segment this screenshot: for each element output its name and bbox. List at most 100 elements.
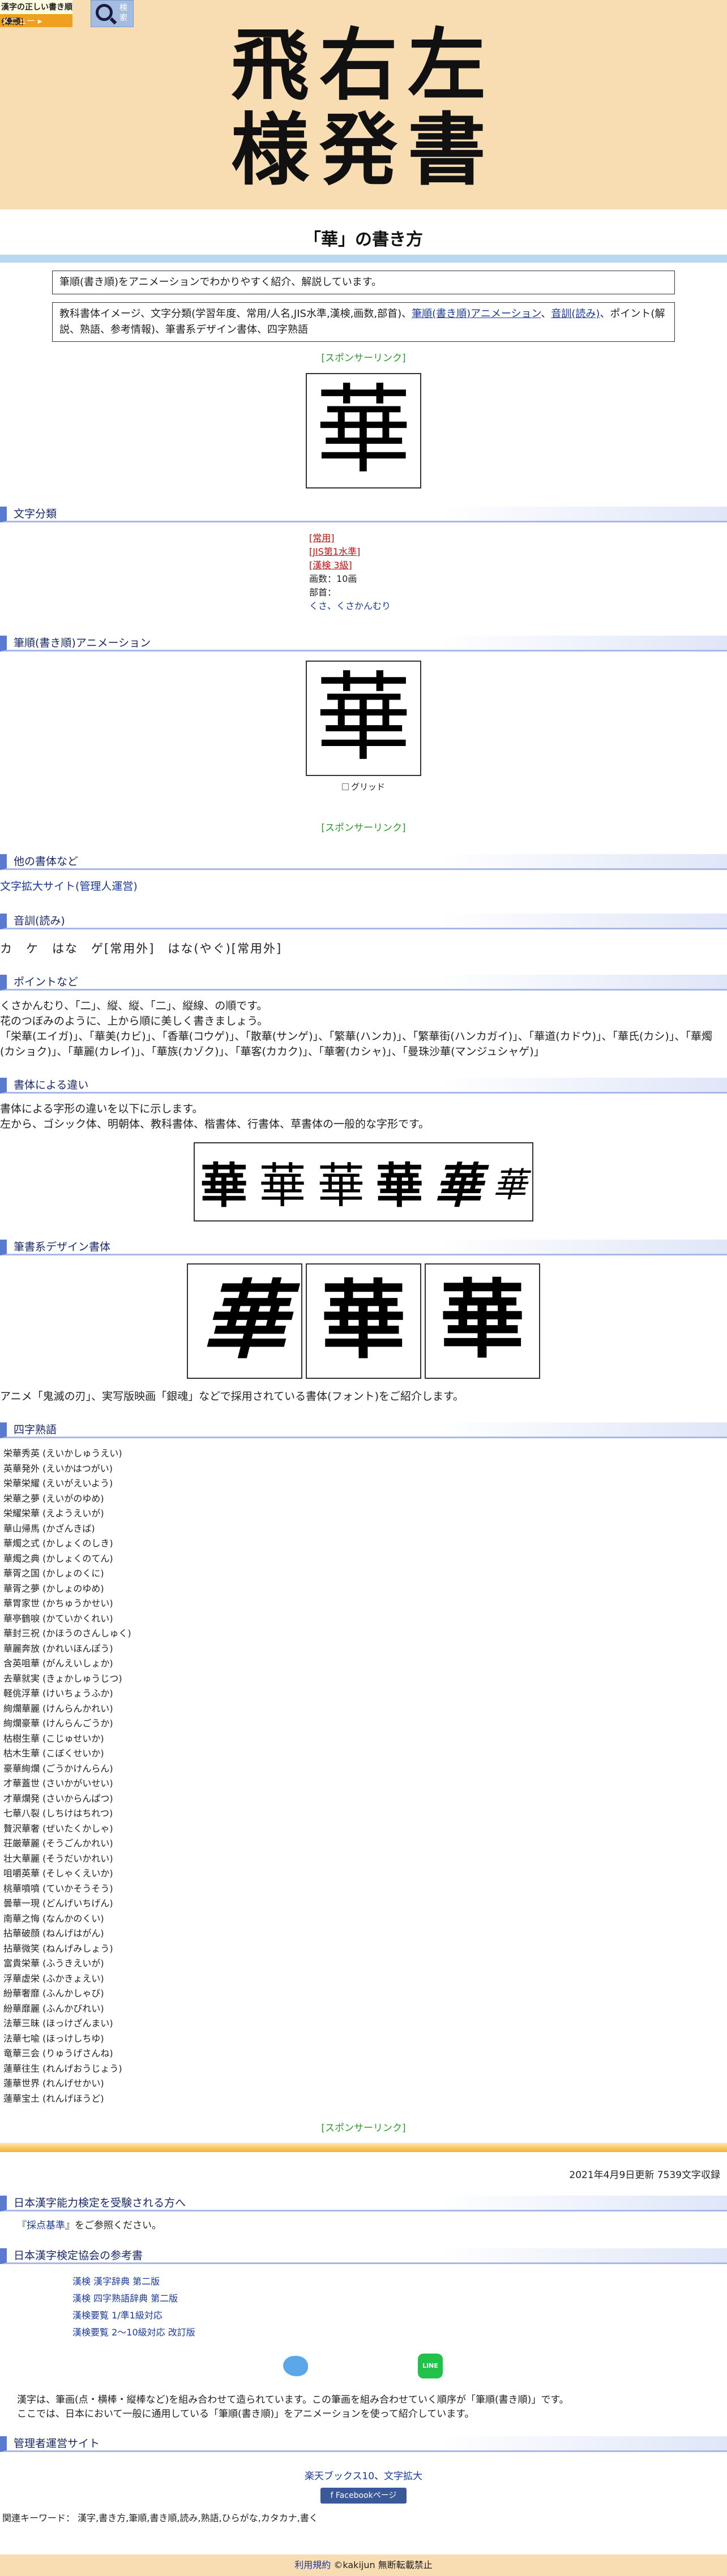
search-label: 検索 (119, 3, 127, 23)
site-footer: 利用規約 ©kakijun 無断転載禁止 (0, 2554, 727, 2576)
typeface-line-2: 左から、ゴシック体、明朝体、教科書体、楷書体、行書体、草書体の一般的な字形です。 (0, 1118, 430, 1130)
brush-design-2: 華 (306, 1263, 421, 1379)
terms-link[interactable]: 利用規約 (294, 2560, 331, 2570)
section-admin-heading: 管理者運営サイト (0, 2436, 727, 2452)
yoji-link[interactable]: 華燭之典 (かしょくのてん) (3, 1553, 113, 1564)
yoji-link[interactable]: 才華蓋世 (さいかがいせい) (3, 1778, 113, 1789)
sponsor-link-3[interactable]: [スポンサーリンク] (0, 2120, 727, 2134)
twitter-icon[interactable] (283, 2356, 308, 2376)
yoji-link[interactable]: 拈華微笑 (ねんげみしょう) (3, 1943, 113, 1954)
sosho-glyph: 華 (493, 1165, 527, 1205)
yoji-link[interactable]: 曇華一現 (どんげいちげん) (3, 1898, 113, 1909)
yoji-link[interactable]: 南華之悔 (なんかのくい) (3, 1913, 104, 1924)
toc-box: 教科書体イメージ、文字分類(学習年度、常用/人名,JIS水準,漢検,画数,部首)… (52, 302, 675, 342)
section-points-heading: ポイントなど (0, 975, 727, 991)
grid-toggle[interactable]: グリッド (0, 781, 727, 792)
kanken-link[interactable]: [漢検 3級] (309, 560, 352, 571)
yoji-link[interactable]: 紛華靡麗 (ふんかびれい) (3, 2003, 104, 2014)
yoji-link[interactable]: 豪華絢爛 (ごうかけんらん) (3, 1763, 113, 1774)
yoji-link[interactable]: 蓮華世界 (れんげせかい) (3, 2078, 104, 2089)
joyo-link[interactable]: [常用] (309, 533, 335, 543)
yoji-item: 絢爛華麗 (けんらんかれい) (3, 1701, 727, 1717)
yoji-link[interactable]: 絢爛華麗 (けんらんかれい) (3, 1703, 113, 1714)
yoji-link[interactable]: 才華爛発 (さいからんぱつ) (3, 1793, 113, 1804)
reference-links: 漢検 漢字辞典 第二版 漢検 四字熟語辞典 第二版 漢検要覧 1/準1級対応 漢… (0, 2264, 727, 2341)
grid-checkbox[interactable] (341, 783, 349, 790)
reference-link-1[interactable]: 漢検 漢字辞典 第二版 (72, 2276, 160, 2287)
kentei-post: 』をご参照ください。 (65, 2220, 161, 2231)
yoji-link[interactable]: 華胃家世 (かちゅうかせい) (3, 1598, 113, 1609)
mincho-glyph: 華 (258, 1158, 306, 1214)
yoji-link[interactable]: 華麗奔放 (かれいほんぽう) (3, 1643, 113, 1654)
reference-link-3[interactable]: 漢検要覧 1/準1級対応 (72, 2310, 162, 2321)
yoji-link[interactable]: 去華就実 (きょかしゅうじつ) (3, 1673, 122, 1684)
yoji-link[interactable]: 咀嚼英華 (そしゃくえいか) (3, 1868, 113, 1879)
yoji-link[interactable]: 栄耀栄華 (えようえいが) (3, 1508, 104, 1519)
title-divider (0, 255, 727, 263)
yoji-link[interactable]: 栄華栄耀 (えいがえいよう) (3, 1478, 113, 1489)
sponsor-link-1[interactable]: [スポンサーリンク] (0, 350, 727, 364)
yoji-link[interactable]: 蓮華宝土 (れんげほうど) (3, 2093, 104, 2104)
sponsor-link-2[interactable]: [スポンサーリンク] (0, 820, 727, 834)
yoji-item: 富貴栄華 (ふうきえいが) (3, 1956, 727, 1971)
yoji-item: 華燭之式 (かしょくのしき) (3, 1536, 727, 1551)
yoji-link[interactable]: 荘厳華麗 (そうごんかれい) (3, 1838, 113, 1849)
other-fonts-link[interactable]: 文字拡大サイト(管理人運営) (0, 880, 138, 893)
line-icon[interactable]: LINE (418, 2354, 443, 2378)
yoji-link[interactable]: 紛華奢靡 (ふんかしゃび) (3, 1988, 104, 1999)
yoji-link[interactable]: 蓮華往生 (れんげおうじょう) (3, 2063, 122, 2074)
reference-link-2[interactable]: 漢検 四字熟語辞典 第二版 (72, 2293, 178, 2304)
section-other-fonts-heading: 他の書体など (0, 854, 727, 870)
yoji-link[interactable]: 華胥之夢 (かしょのゆめ) (3, 1583, 104, 1594)
toc-sep: 、 (541, 308, 551, 320)
page-title: 「華」の書き方 (304, 230, 423, 250)
yoji-item: 華胥之夢 (かしょのゆめ) (3, 1581, 727, 1597)
yoji-link[interactable]: 含英咀華 (がんえいしょか) (3, 1658, 113, 1669)
jis-link[interactable]: [JIS第1水準] (309, 546, 360, 557)
scoring-criteria-link[interactable]: 採点基準 (27, 2220, 65, 2231)
yoji-link[interactable]: 栄華秀英 (えいかしゅうえい) (3, 1448, 122, 1459)
yoji-link[interactable]: 竜華三会 (りゅうげさんね) (3, 2048, 113, 2059)
yoji-item: 枯木生華 (こぼくせいか) (3, 1746, 727, 1761)
yoji-link[interactable]: 法華七喩 (ほっけしちゆ) (3, 2033, 104, 2044)
yoji-link[interactable]: 華胥之国 (かしょのくに) (3, 1568, 104, 1579)
reference-link-4[interactable]: 漢検要覧 2〜10級対応 改訂版 (72, 2327, 195, 2338)
toc-link-animation[interactable]: 筆順(書き順)アニメーション (412, 308, 541, 320)
yoji-link[interactable]: 華山帰馬 (かざんきば) (3, 1523, 95, 1534)
facebook-page-button[interactable]: f Facebookページ (320, 2488, 407, 2504)
site-intro-line-1: 漢字は、筆画(点・横棒・縦棒など)を組み合わせて造られています。この筆画を組み合… (17, 2394, 569, 2406)
yoji-link[interactable]: 壮大華麗 (そうだいかれい) (3, 1853, 113, 1864)
rakuten-link[interactable]: 楽天ブックス10 (305, 2471, 374, 2482)
yoji-item: 桃華噴噴 (ていかそうそう) (3, 1881, 727, 1897)
footer-divider (0, 2143, 727, 2152)
section-classification-heading: 文字分類 (0, 507, 727, 522)
yoji-link[interactable]: 枯木生華 (こぼくせいか) (3, 1748, 104, 1759)
intro-box: 筆順(書き順)をアニメーションでわかりやすく紹介、解説しています。 (52, 271, 675, 294)
yoji-item: 贅沢華奢 (ぜいたくかしゃ) (3, 1821, 727, 1837)
yoji-link[interactable]: 七華八裂 (しちけはちれつ) (3, 1808, 113, 1819)
yoji-link[interactable]: 法華三昧 (ほっけざんまい) (3, 2018, 113, 2029)
yoji-link[interactable]: 拈華破顔 (ねんげはがん) (3, 1928, 104, 1939)
yoji-link[interactable]: 華亭鶴唳 (かていかくれい) (3, 1613, 113, 1624)
hero-line-2: 様発書 (230, 104, 496, 196)
brush-design-3: 華 (425, 1263, 540, 1379)
yoji-link[interactable]: 桃華噴噴 (ていかそうそう) (3, 1883, 113, 1894)
yoji-item: 曇華一現 (どんげいちげん) (3, 1896, 727, 1911)
section-kentei-heading: 日本漢字能力検定を受験される方へ (0, 2196, 727, 2211)
toc-link-readings[interactable]: 音訓(読み) (551, 308, 600, 320)
moji-kakudai-link[interactable]: 文字拡大 (384, 2471, 422, 2482)
yoji-link[interactable]: 絢爛豪華 (けんらんごうか) (3, 1718, 113, 1729)
yoji-item: 華山帰馬 (かざんきば) (3, 1521, 727, 1537)
yoji-link[interactable]: 華燭之式 (かしょくのしき) (3, 1538, 113, 1549)
yoji-link[interactable]: 枯樹生華 (こじゅせいか) (3, 1733, 104, 1744)
yoji-link[interactable]: 栄華之夢 (えいがのゆめ) (3, 1493, 104, 1504)
yoji-link[interactable]: 贅沢華奢 (ぜいたくかしゃ) (3, 1823, 113, 1834)
yoji-link[interactable]: 軽佻浮華 (けいちょうふか) (3, 1688, 113, 1699)
yoji-link[interactable]: 浮華虚栄 (ふかきょえい) (3, 1973, 104, 1984)
radical-link[interactable]: くさ、くさかんむり (309, 601, 391, 611)
yoji-link[interactable]: 富貴栄華 (ふうきえいが) (3, 1958, 104, 1969)
yoji-link[interactable]: 英華発外 (えいかはつがい) (3, 1463, 113, 1474)
yoji-link[interactable]: 華封三祝 (かほうのさんしゅく) (3, 1628, 131, 1639)
stroke-order-animation[interactable]: 華 (306, 661, 421, 776)
yoji-item: 含英咀華 (がんえいしょか) (3, 1656, 727, 1671)
